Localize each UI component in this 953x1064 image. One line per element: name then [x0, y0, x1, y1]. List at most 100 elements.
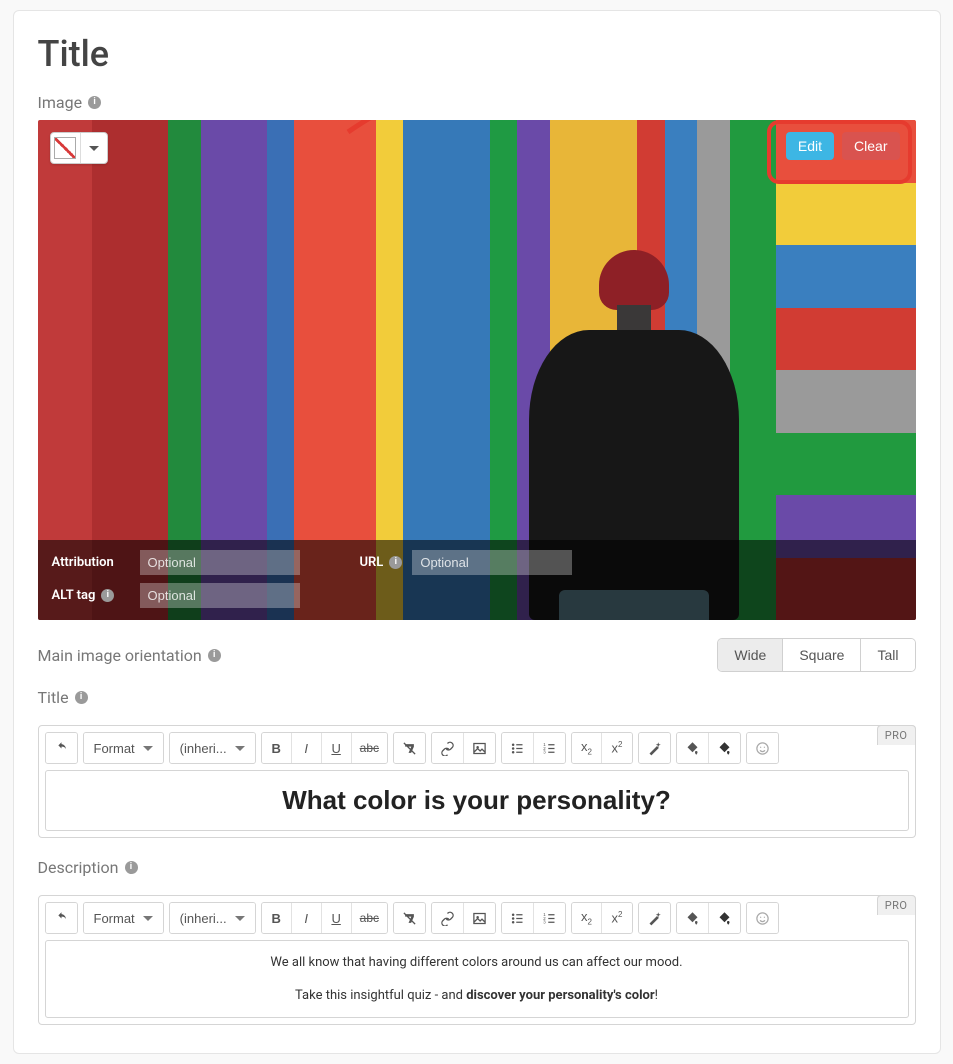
underline-button[interactable]: U [322, 733, 352, 763]
info-icon[interactable] [125, 861, 138, 874]
image-actions: Edit Clear [786, 132, 900, 160]
superscript-icon: x2 [612, 740, 623, 755]
italic-icon: I [304, 741, 308, 756]
fill-color-button[interactable] [677, 733, 709, 763]
orientation-tall[interactable]: Tall [861, 639, 914, 671]
subscript-button[interactable]: x2 [572, 733, 602, 763]
attribution-input[interactable] [140, 550, 300, 575]
alt-label: ALT tag [52, 588, 130, 603]
bullet-list-button[interactable] [502, 733, 534, 763]
edit-button[interactable]: Edit [786, 132, 834, 160]
superscript-button[interactable]: x2 [602, 903, 632, 933]
bold-button[interactable]: B [262, 903, 292, 933]
wand-icon [647, 741, 662, 756]
emoji-icon [755, 911, 770, 926]
superscript-button[interactable]: x2 [602, 733, 632, 763]
chevron-down-icon [143, 916, 153, 921]
pro-badge: PRO [877, 725, 916, 745]
format-select[interactable]: Format [84, 733, 163, 763]
image-preview: Edit Clear Attribution URL ALT tag [38, 120, 916, 620]
strike-button[interactable]: abc [352, 733, 387, 763]
color-swatch-none[interactable] [51, 133, 81, 163]
text-color-button[interactable] [709, 903, 740, 933]
color-dropdown-button[interactable] [81, 133, 107, 163]
bullet-list-button[interactable] [502, 903, 534, 933]
strike-icon: abc [360, 911, 379, 925]
subscript-button[interactable]: x2 [572, 903, 602, 933]
undo-button[interactable] [46, 903, 77, 933]
bold-button[interactable]: B [262, 733, 292, 763]
chevron-down-icon [235, 746, 245, 751]
strike-button[interactable]: abc [352, 903, 387, 933]
underline-icon: U [331, 911, 340, 926]
wand-icon [647, 911, 662, 926]
magic-button[interactable] [639, 903, 670, 933]
image-button[interactable] [464, 733, 495, 763]
orientation-wide[interactable]: Wide [718, 639, 783, 671]
description-line1: We all know that having different colors… [58, 955, 896, 970]
description-editor: Format (inheri... B I U abc 123 [38, 895, 916, 1025]
subscript-icon: x2 [581, 909, 592, 927]
number-list-button[interactable]: 123 [534, 903, 565, 933]
info-icon[interactable] [101, 589, 114, 602]
title-toolbar: Format (inheri... B I U abc 123 [45, 732, 909, 764]
description-field-label: Description [38, 858, 916, 877]
info-icon[interactable] [75, 691, 88, 704]
image-label-text: Image [38, 93, 83, 112]
link-button[interactable] [432, 733, 464, 763]
description-editor-wrap: PRO Format (inheri... B I U abc [38, 895, 916, 1025]
orientation-row: Main image orientation Wide Square Tall [38, 638, 916, 672]
fill-color-button[interactable] [677, 903, 709, 933]
description-line2: Take this insightful quiz - and discover… [58, 988, 896, 1003]
magic-button[interactable] [639, 733, 670, 763]
undo-icon [54, 911, 69, 926]
color-picker [50, 132, 108, 164]
undo-button[interactable] [46, 733, 77, 763]
superscript-icon: x2 [612, 910, 623, 925]
clear-format-icon [402, 741, 417, 756]
orientation-label: Main image orientation [38, 646, 221, 665]
emoji-button[interactable] [747, 733, 778, 763]
alt-input[interactable] [140, 583, 300, 608]
image-meta-overlay: Attribution URL ALT tag [38, 540, 916, 620]
clear-button[interactable]: Clear [842, 132, 899, 160]
number-list-button[interactable]: 123 [534, 733, 565, 763]
font-select[interactable]: (inheri... [170, 733, 255, 763]
paint-bucket-icon [685, 911, 700, 926]
info-icon[interactable] [88, 96, 101, 109]
emoji-button[interactable] [747, 903, 778, 933]
description-content[interactable]: We all know that having different colors… [45, 940, 909, 1018]
image-button[interactable] [464, 903, 495, 933]
bold-icon: B [271, 911, 280, 926]
url-input[interactable] [412, 550, 572, 575]
clear-format-icon [402, 911, 417, 926]
info-icon[interactable] [389, 556, 402, 569]
clear-format-button[interactable] [394, 733, 425, 763]
italic-button[interactable]: I [292, 733, 322, 763]
font-select[interactable]: (inheri... [170, 903, 255, 933]
link-button[interactable] [432, 903, 464, 933]
underline-button[interactable]: U [322, 903, 352, 933]
link-icon [440, 741, 455, 756]
info-icon[interactable] [208, 649, 221, 662]
bullet-list-icon [510, 741, 525, 756]
image-field-label: Image [38, 93, 916, 112]
link-icon [440, 911, 455, 926]
title-editor: Format (inheri... B I U abc 123 [38, 725, 916, 838]
text-color-button[interactable] [709, 733, 740, 763]
paint-bucket-icon [717, 911, 732, 926]
orientation-square[interactable]: Square [783, 639, 861, 671]
editor-panel: Title Image [13, 10, 941, 1054]
page-title: Title [38, 33, 916, 75]
clear-format-button[interactable] [394, 903, 425, 933]
strike-icon: abc [360, 741, 379, 755]
url-label: URL [360, 555, 403, 570]
title-content[interactable]: What color is your personality? [45, 770, 909, 831]
format-select[interactable]: Format [84, 903, 163, 933]
title-editor-wrap: PRO Format (inheri... B I U abc [38, 725, 916, 838]
italic-button[interactable]: I [292, 903, 322, 933]
orientation-segmented: Wide Square Tall [717, 638, 915, 672]
chevron-down-icon [143, 746, 153, 751]
chevron-down-icon [89, 146, 99, 151]
image-icon [472, 911, 487, 926]
